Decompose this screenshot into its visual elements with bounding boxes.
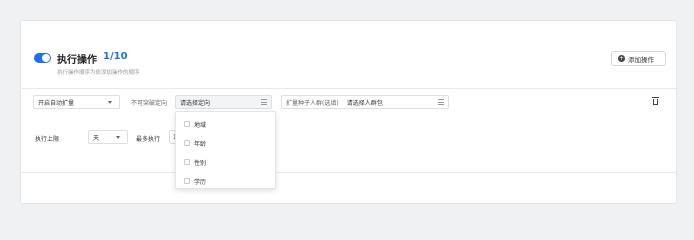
operation-toggle[interactable] xyxy=(34,53,51,63)
checkbox[interactable] xyxy=(184,178,190,184)
divider xyxy=(22,88,676,89)
add-operation-label: 添加操作 xyxy=(628,55,654,64)
section-title: 执行操作 xyxy=(57,55,97,66)
chevron-down-icon xyxy=(108,101,112,104)
option-label: 年龄 xyxy=(194,140,207,148)
checkbox[interactable] xyxy=(184,121,190,127)
dropdown-option[interactable]: 地域 xyxy=(184,119,206,129)
auto-expand-select[interactable]: 开启自动扩量 xyxy=(33,95,120,109)
operation-count: 1/10 xyxy=(103,51,128,62)
top-strip xyxy=(0,0,694,20)
option-label: 性别 xyxy=(194,159,207,167)
delete-icon[interactable] xyxy=(652,97,659,105)
dropdown-option[interactable]: 年龄 xyxy=(184,138,206,148)
seed-label: 扩量种子人群(选填) xyxy=(286,99,339,107)
max-exec-label: 最多执行 xyxy=(136,136,161,143)
plus-circle-icon: + xyxy=(618,55,625,62)
checkbox[interactable] xyxy=(184,140,190,146)
limit-unit-select[interactable]: 天 xyxy=(88,130,128,144)
targeting-select[interactable]: 请选择定向 xyxy=(175,95,272,109)
divider xyxy=(22,172,676,173)
limit-unit-value: 天 xyxy=(93,134,100,142)
toggle-knob xyxy=(42,54,50,62)
chevron-down-icon xyxy=(116,136,120,139)
limit-label: 执行上限 xyxy=(35,136,60,143)
list-icon xyxy=(261,99,267,105)
operation-card xyxy=(20,20,677,204)
section-subtitle: 执行操作顺序为依添加操作的顺序 xyxy=(57,70,140,76)
crowd-placeholder: 请选择人群包 xyxy=(346,99,383,107)
targeting-dropdown: 地域 年龄 性别 学历 xyxy=(175,111,276,189)
option-label: 学历 xyxy=(194,178,207,186)
breakable-label: 不可突破定向 xyxy=(131,100,168,107)
targeting-placeholder: 请选择定向 xyxy=(180,99,211,107)
crowd-select[interactable]: 扩量种子人群(选填) 请选择人群包 xyxy=(281,95,449,109)
checkbox[interactable] xyxy=(184,159,190,165)
add-operation-button[interactable]: + 添加操作 xyxy=(611,51,666,66)
auto-expand-value: 开启自动扩量 xyxy=(38,99,75,107)
dropdown-option[interactable]: 学历 xyxy=(184,176,206,186)
dropdown-option[interactable]: 性别 xyxy=(184,157,206,167)
option-label: 地域 xyxy=(194,121,207,129)
list-icon xyxy=(438,99,444,105)
